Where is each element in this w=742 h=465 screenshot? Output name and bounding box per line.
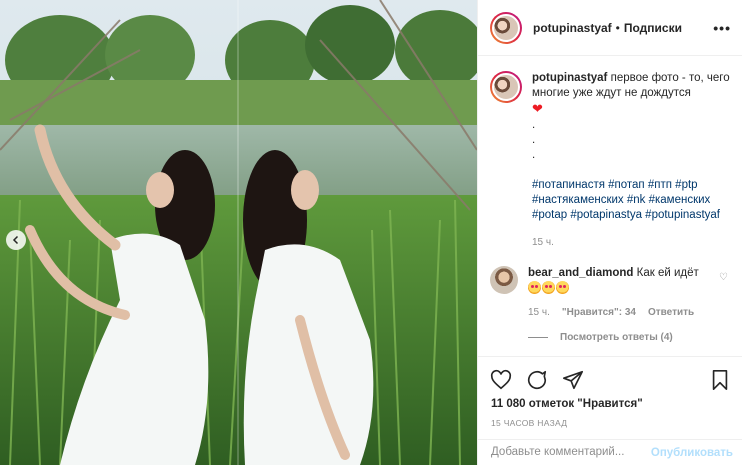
carousel-prev-button[interactable] — [6, 230, 26, 250]
comment-input[interactable] — [491, 446, 641, 458]
separator: • — [615, 20, 620, 35]
comment-time: 15 ч. — [528, 307, 550, 318]
reply-button[interactable]: Ответить — [648, 307, 694, 318]
view-replies-label: Посмотреть ответы (4) — [560, 332, 673, 343]
comments-list[interactable]: potupinastyaf первое фото - то, чего мно… — [478, 57, 742, 355]
caption-dot: . — [532, 119, 536, 131]
more-icon[interactable]: ••• — [713, 20, 731, 36]
divider — [528, 337, 548, 338]
caption-time: 15 ч. — [532, 237, 554, 248]
following-button[interactable]: Подписки — [624, 21, 682, 35]
photo-image — [0, 0, 477, 465]
comment-item: bear_and_diamond Как ей идёт ♡ — [490, 266, 731, 297]
publish-button[interactable]: Опубликовать — [651, 447, 733, 459]
red-heart-icon: ❤ — [532, 101, 543, 116]
post-sidebar: potupinastyaf • Подписки ••• potupinasty… — [477, 0, 742, 465]
comment-like-heart-icon[interactable]: ♡ — [719, 272, 729, 283]
post-photo[interactable] — [0, 0, 477, 465]
heart-icon[interactable] — [490, 369, 512, 391]
instagram-post: potupinastyaf • Подписки ••• potupinasty… — [0, 0, 742, 465]
avatar[interactable] — [490, 71, 522, 103]
comment-meta: 15 ч. "Нравится": 34 Ответить — [528, 307, 731, 318]
caption: potupinastyaf первое фото - то, чего мно… — [490, 71, 731, 250]
heart-eyes-emoji-icon — [542, 281, 555, 294]
hashtags[interactable]: #потапинастя #потап #птп #ptp #настякаме… — [532, 179, 720, 221]
caption-dot: . — [532, 134, 536, 146]
actions-section: 11 080 отметок "Нравится" 15 ЧАСОВ НАЗАД… — [478, 356, 742, 465]
add-comment-bar: Опубликовать — [478, 439, 742, 465]
share-icon[interactable] — [562, 369, 584, 391]
heart-eyes-emoji-icon — [556, 281, 569, 294]
comment-username[interactable]: bear_and_diamond — [528, 267, 633, 279]
likes-count[interactable]: 11 080 отметок "Нравится" — [491, 398, 643, 410]
view-replies-button[interactable]: Посмотреть ответы (4) — [528, 332, 731, 343]
comment-icon[interactable] — [526, 369, 548, 391]
caption-dot: . — [532, 149, 536, 161]
author-username[interactable]: potupinastyaf — [533, 21, 612, 35]
avatar[interactable] — [490, 11, 522, 44]
post-timestamp[interactable]: 15 ЧАСОВ НАЗАД — [491, 418, 567, 428]
caption-username[interactable]: potupinastyaf — [532, 72, 607, 84]
post-header: potupinastyaf • Подписки ••• — [478, 0, 742, 56]
comment-text: Как ей идёт — [636, 267, 699, 279]
chevron-left-icon — [12, 235, 19, 245]
avatar[interactable] — [490, 266, 518, 294]
bookmark-icon[interactable] — [709, 369, 731, 391]
heart-eyes-emoji-icon — [528, 281, 541, 294]
comment-likes[interactable]: "Нравится": 34 — [562, 307, 636, 318]
